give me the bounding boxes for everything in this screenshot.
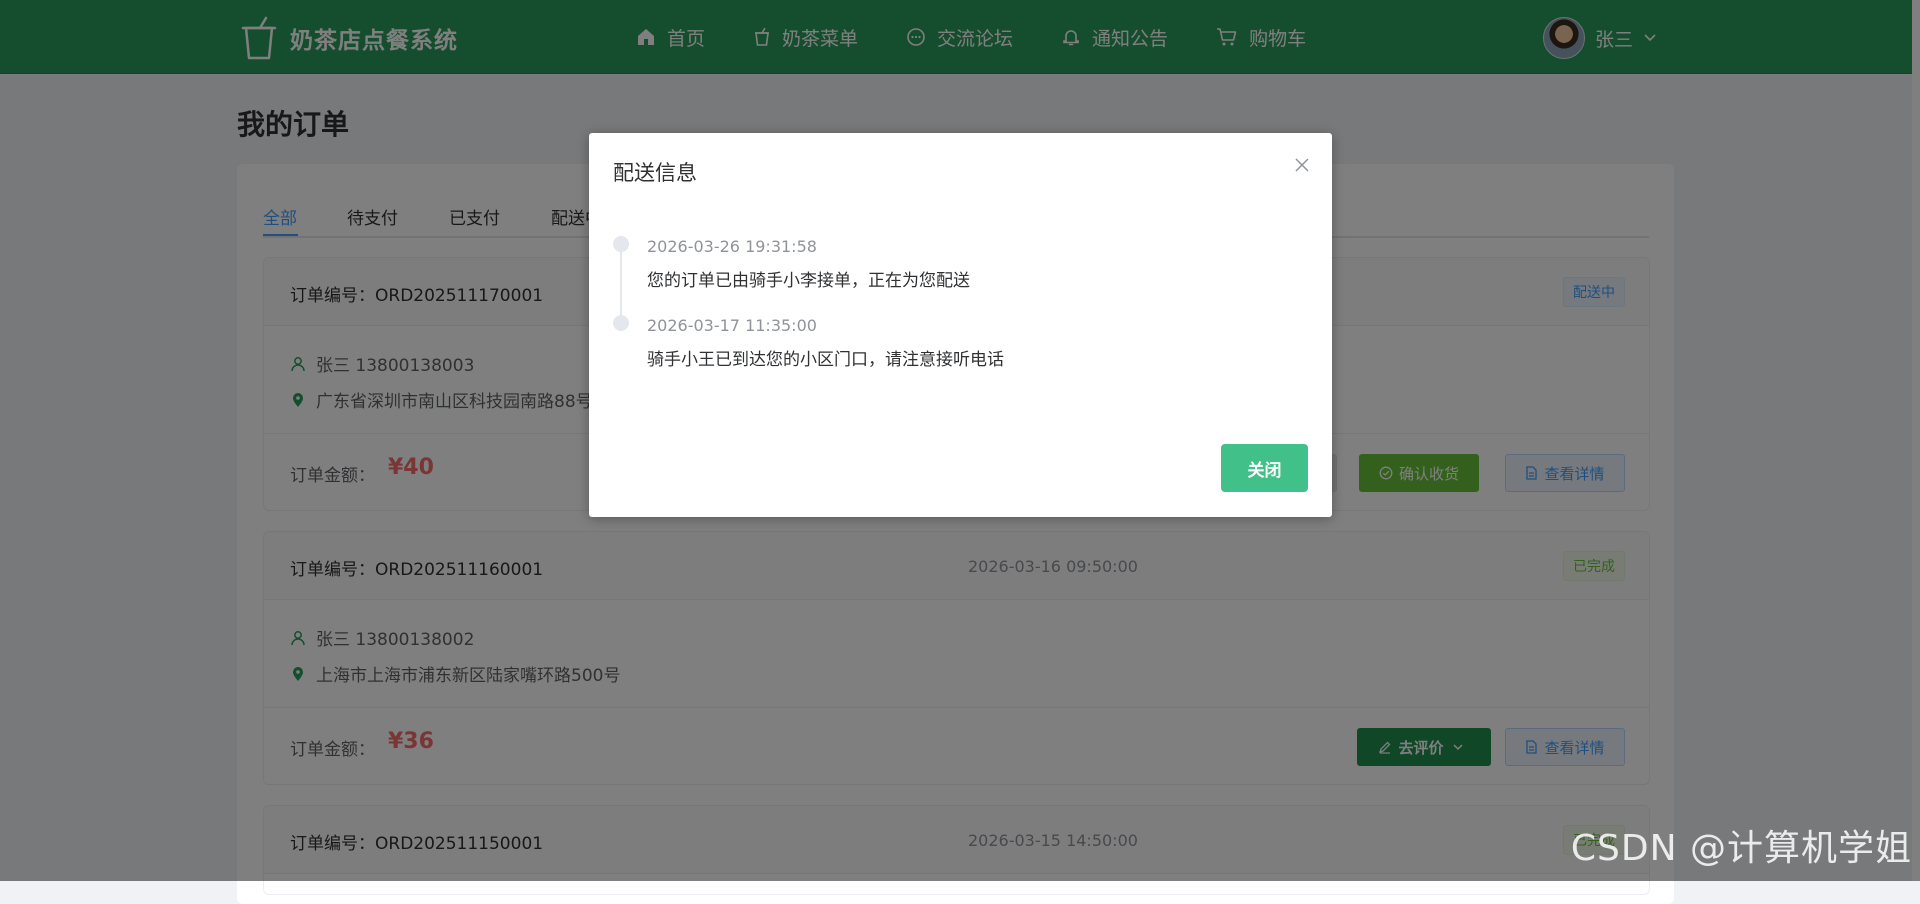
timeline-dot: [613, 236, 629, 252]
event-time: 2026-03-17 11:35:00: [647, 316, 817, 335]
timeline-dot: [613, 315, 629, 331]
event-text: 您的订单已由骑手小李接单，正在为您配送: [647, 271, 970, 291]
close-icon[interactable]: [1294, 157, 1310, 173]
timeline-axis: [620, 243, 622, 315]
watermark: CSDN @计算机学姐: [1570, 828, 1912, 869]
event-text: 骑手小王已到达您的小区门口，请注意接听电话: [647, 350, 1004, 370]
dialog-title: 配送信息: [613, 161, 697, 185]
delivery-info-dialog: 配送信息 2026-03-26 19:31:58 您的订单已由骑手小李接单，正在…: [589, 133, 1332, 517]
close-button[interactable]: 关闭: [1221, 444, 1308, 492]
event-time: 2026-03-26 19:31:58: [647, 237, 817, 256]
